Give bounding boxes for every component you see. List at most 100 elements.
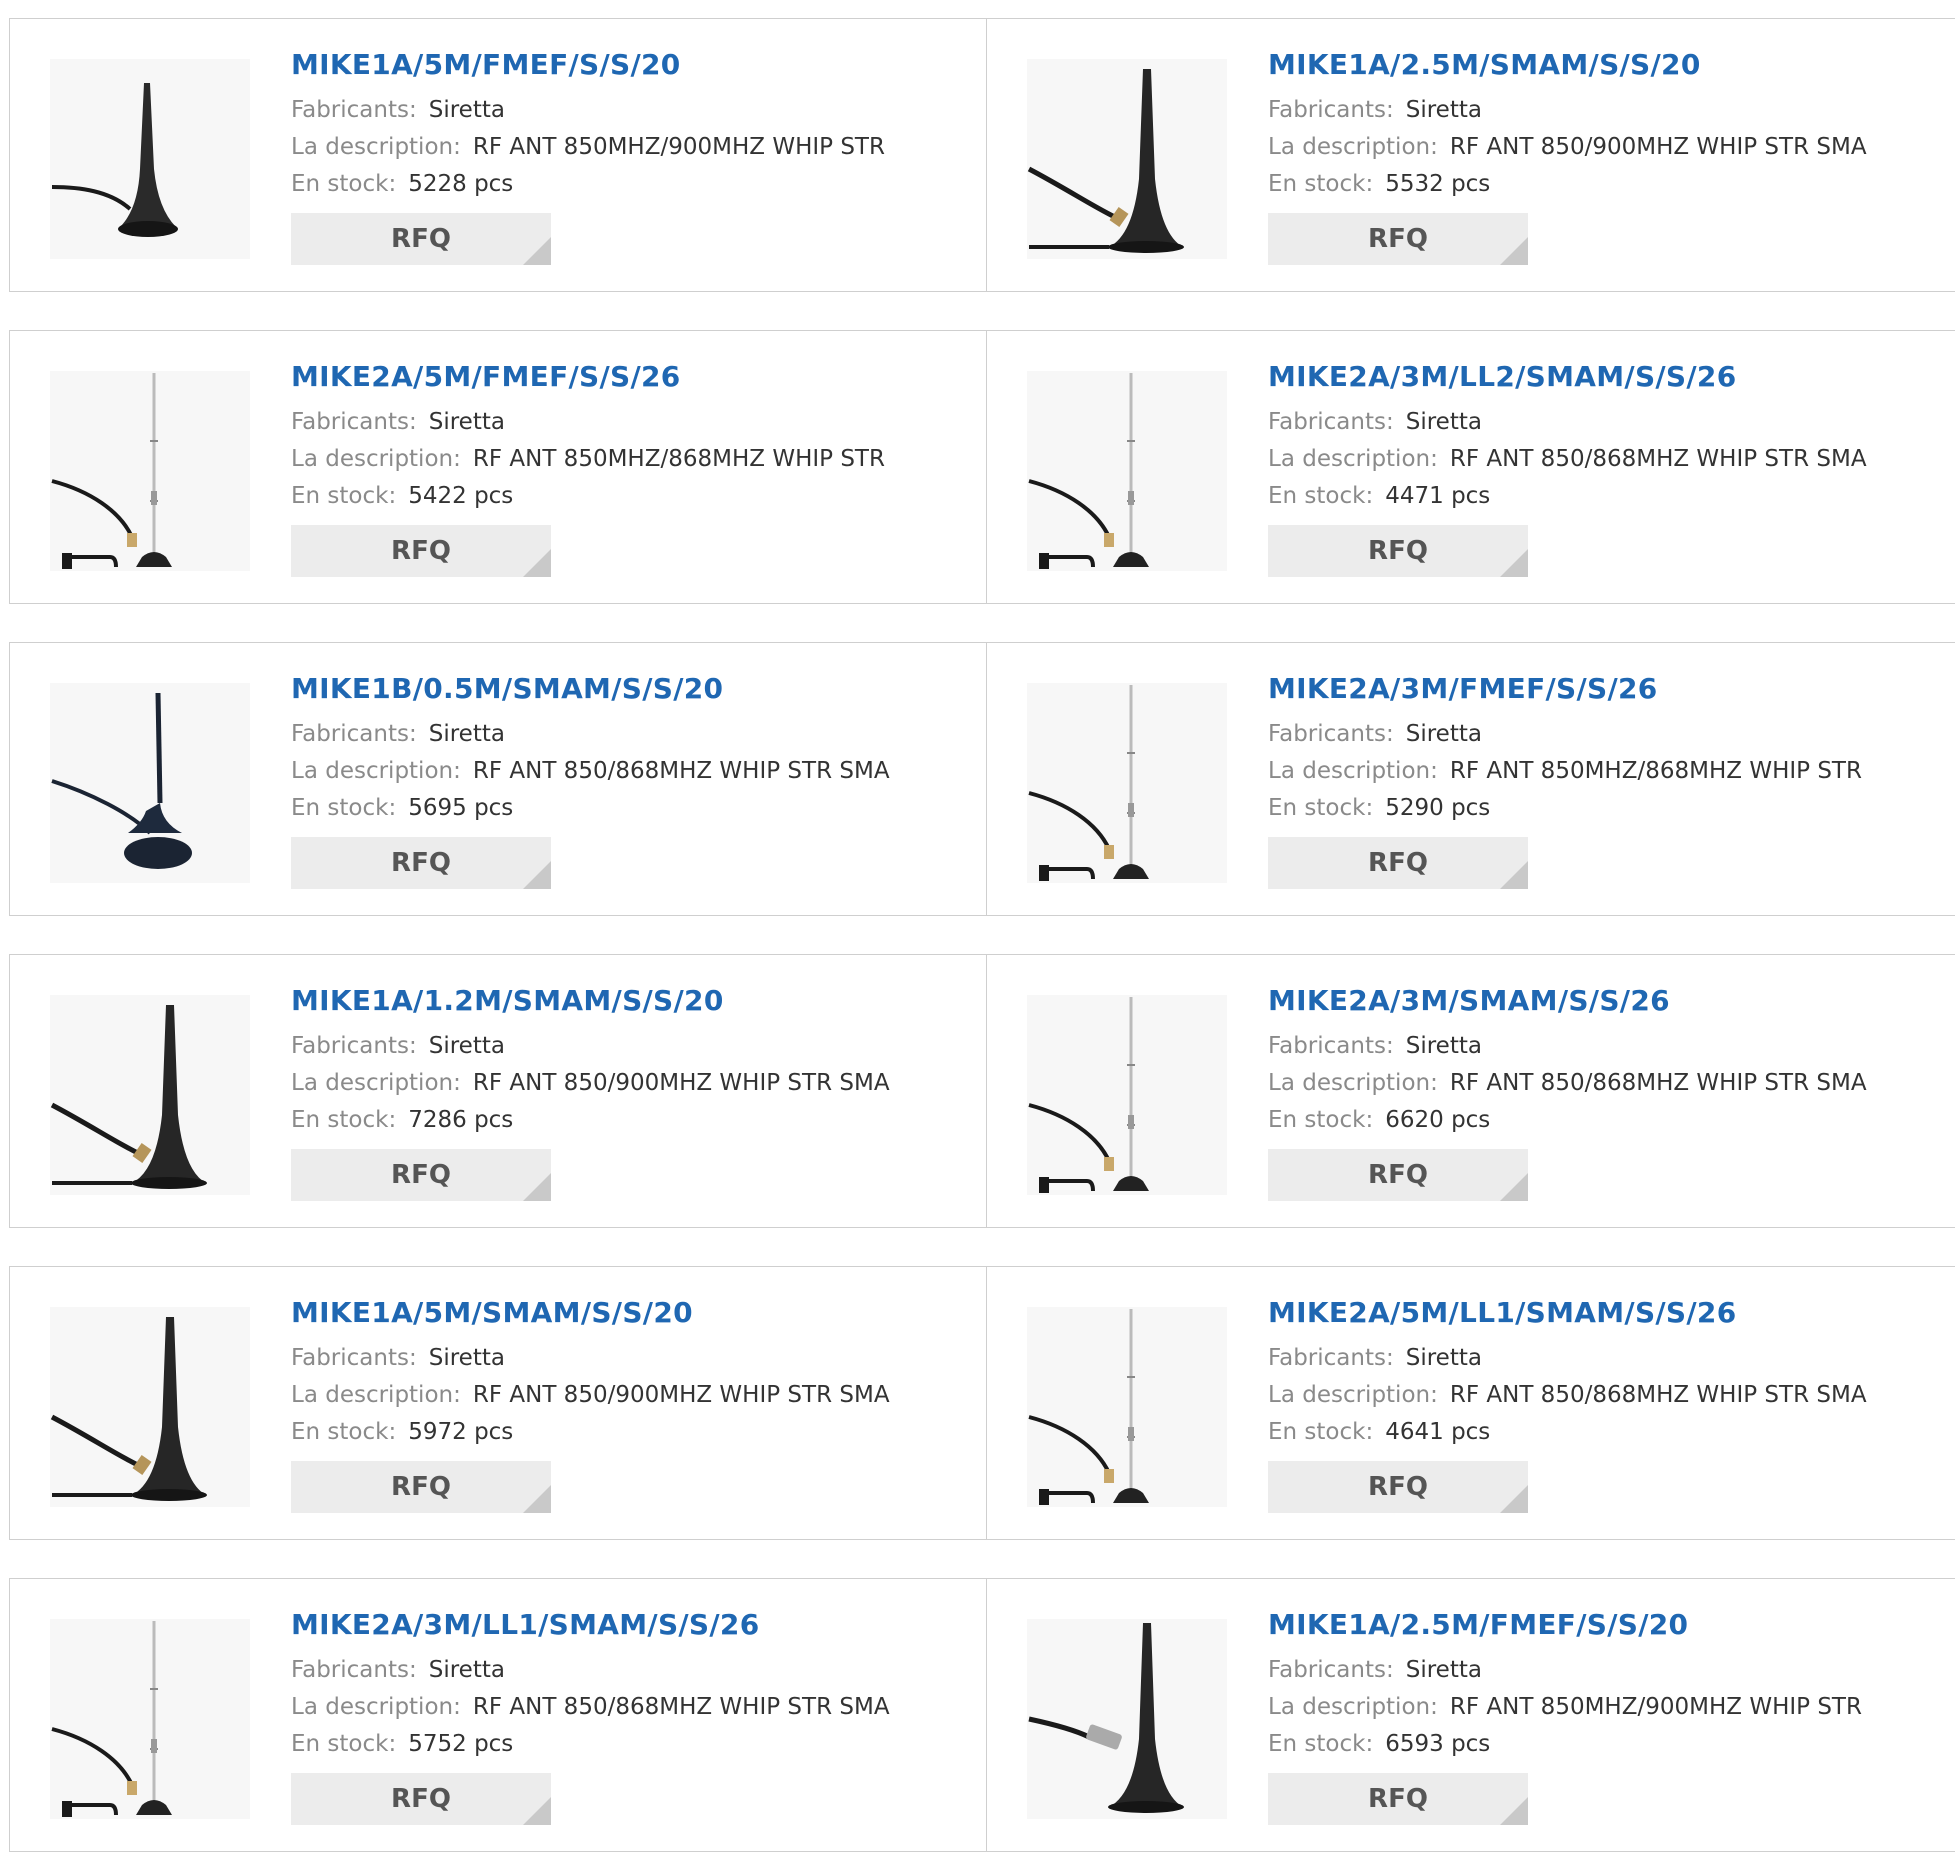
manufacturer-field: Fabricants: Siretta [1268, 1652, 1862, 1689]
rfq-button-label: RFQ [1368, 536, 1428, 566]
manufacturer-field-value: Siretta [1405, 721, 1482, 747]
manufacturer-field-label: Fabricants: [1268, 97, 1394, 123]
whip-antenna-icon [1028, 373, 1149, 569]
corner-fold-icon [1500, 1485, 1528, 1513]
product-card: MIKE1A/2.5M/FMEF/S/S/20 Fabricants: Sirett… [987, 1579, 1955, 1851]
product-image[interactable] [50, 995, 250, 1195]
product-image[interactable] [50, 371, 250, 571]
manufacturer-field-label: Fabricants: [291, 1033, 417, 1059]
product-row: MIKE1A/5M/SMAM/S/S/20 Fabricants: Siretta L… [9, 1266, 1955, 1540]
rfq-button-label: RFQ [391, 1784, 451, 1814]
rfq-button[interactable]: RFQ [1268, 1461, 1528, 1513]
description-field: La description: RF ANT 850/868MHZ WHIP ST… [291, 753, 890, 790]
product-image[interactable] [1027, 1619, 1227, 1819]
rfq-button[interactable]: RFQ [291, 525, 551, 577]
product-card: MIKE2A/3M/LL2/SMAM/S/S/26 Fabricants: Sire… [987, 331, 1955, 603]
puck-antenna-icon [51, 692, 192, 869]
description-field: La description: RF ANT 850MHZ/868MHZ WHIP… [1268, 753, 1862, 790]
stubby-antenna-fme-icon [1028, 1623, 1184, 1813]
rfq-button-label: RFQ [1368, 1472, 1428, 1502]
manufacturer-field-label: Fabricants: [291, 97, 417, 123]
stock-field-value: 6593 pcs [1385, 1731, 1491, 1757]
description-field-value: RF ANT 850MHZ/900MHZ WHIP STR [472, 134, 885, 160]
product-row: MIKE2A/3M/LL1/SMAM/S/S/26 Fabricants: Sire… [9, 1578, 1955, 1852]
manufacturer-field-label: Fabricants: [1268, 721, 1394, 747]
rfq-button[interactable]: RFQ [1268, 213, 1528, 265]
manufacturer-field-label: Fabricants: [1268, 1033, 1394, 1059]
part-number-link[interactable]: MIKE2A/3M/LL2/SMAM/S/S/26 [1268, 359, 1867, 395]
description-field-value: RF ANT 850/900MHZ WHIP STR SMA [1449, 134, 1867, 160]
description-field-value: RF ANT 850/900MHZ WHIP STR SMA [472, 1382, 890, 1408]
product-row: MIKE1A/5M/FMEF/S/S/20 Fabricants: Siretta L… [9, 18, 1955, 292]
product-card: MIKE1A/5M/FMEF/S/S/20 Fabricants: Siretta L… [9, 19, 987, 291]
product-image[interactable] [50, 59, 250, 259]
part-number-link[interactable]: MIKE2A/3M/SMAM/S/S/26 [1268, 983, 1867, 1019]
product-card: MIKE2A/3M/FMEF/S/S/26 Fabricants: Siretta L… [987, 643, 1955, 915]
manufacturer-field-value: Siretta [428, 97, 505, 123]
stock-field: En stock: 5290 pcs [1268, 790, 1862, 827]
manufacturer-field: Fabricants: Siretta [1268, 1028, 1867, 1065]
corner-fold-icon [1500, 237, 1528, 265]
part-number-link[interactable]: MIKE2A/3M/LL1/SMAM/S/S/26 [291, 1607, 890, 1643]
manufacturer-field: Fabricants: Siretta [1268, 1340, 1867, 1377]
rfq-button[interactable]: RFQ [1268, 837, 1528, 889]
manufacturer-field: Fabricants: Siretta [291, 1652, 890, 1689]
description-field: La description: RF ANT 850MHZ/900MHZ WHIP… [291, 129, 885, 166]
manufacturer-field-value: Siretta [1405, 1345, 1482, 1371]
manufacturer-field-label: Fabricants: [291, 1345, 417, 1371]
part-number-link[interactable]: MIKE1B/0.5M/SMAM/S/S/20 [291, 671, 890, 707]
product-image[interactable] [1027, 683, 1227, 883]
description-field: La description: RF ANT 850/868MHZ WHIP ST… [291, 1689, 890, 1726]
part-number-link[interactable]: MIKE2A/3M/FMEF/S/S/26 [1268, 671, 1862, 707]
stock-field-value: 5290 pcs [1385, 795, 1491, 821]
manufacturer-field-value: Siretta [1405, 1033, 1482, 1059]
product-image[interactable] [50, 1307, 250, 1507]
description-field: La description: RF ANT 850/900MHZ WHIP ST… [291, 1377, 890, 1414]
corner-fold-icon [523, 549, 551, 577]
whip-antenna-icon [1028, 685, 1149, 881]
stock-field-value: 6620 pcs [1385, 1107, 1491, 1133]
part-number-link[interactable]: MIKE2A/5M/FMEF/S/S/26 [291, 359, 885, 395]
stock-field-value: 7286 pcs [408, 1107, 514, 1133]
product-image[interactable] [50, 1619, 250, 1819]
rfq-button[interactable]: RFQ [291, 1461, 551, 1513]
rfq-button-label: RFQ [391, 1160, 451, 1190]
part-number-link[interactable]: MIKE1A/2.5M/SMAM/S/S/20 [1268, 47, 1867, 83]
product-image[interactable] [1027, 995, 1227, 1195]
manufacturer-field-label: Fabricants: [1268, 409, 1394, 435]
whip-antenna-icon [51, 1621, 172, 1817]
rfq-button[interactable]: RFQ [1268, 1149, 1528, 1201]
part-number-link[interactable]: MIKE1A/5M/FMEF/S/S/20 [291, 47, 885, 83]
description-field: La description: RF ANT 850/868MHZ WHIP ST… [1268, 441, 1867, 478]
manufacturer-field: Fabricants: Siretta [291, 1340, 890, 1377]
part-number-link[interactable]: MIKE1A/5M/SMAM/S/S/20 [291, 1295, 890, 1331]
rfq-button[interactable]: RFQ [291, 213, 551, 265]
product-image[interactable] [1027, 1307, 1227, 1507]
rfq-button[interactable]: RFQ [1268, 525, 1528, 577]
stock-field-value: 5752 pcs [408, 1731, 514, 1757]
stock-field: En stock: 7286 pcs [291, 1102, 890, 1139]
description-field: La description: RF ANT 850/900MHZ WHIP ST… [291, 1065, 890, 1102]
product-row: MIKE1A/1.2M/SMAM/S/S/20 Fabricants: Sirett… [9, 954, 1955, 1228]
manufacturer-field-label: Fabricants: [1268, 1657, 1394, 1683]
manufacturer-field: Fabricants: Siretta [291, 92, 885, 129]
part-number-link[interactable]: MIKE1A/2.5M/FMEF/S/S/20 [1268, 1607, 1862, 1643]
rfq-button[interactable]: RFQ [1268, 1773, 1528, 1825]
product-image[interactable] [50, 683, 250, 883]
part-number-link[interactable]: MIKE1A/1.2M/SMAM/S/S/20 [291, 983, 890, 1019]
rfq-button[interactable]: RFQ [291, 1773, 551, 1825]
part-number-link[interactable]: MIKE2A/5M/LL1/SMAM/S/S/26 [1268, 1295, 1867, 1331]
manufacturer-field: Fabricants: Siretta [1268, 92, 1867, 129]
corner-fold-icon [1500, 549, 1528, 577]
product-image[interactable] [1027, 59, 1227, 259]
rfq-button[interactable]: RFQ [291, 1149, 551, 1201]
stock-field: En stock: 6593 pcs [1268, 1726, 1862, 1763]
rfq-button[interactable]: RFQ [291, 837, 551, 889]
stock-field: En stock: 6620 pcs [1268, 1102, 1867, 1139]
description-field-label: La description: [1268, 1070, 1438, 1096]
stock-field-label: En stock: [1268, 1419, 1374, 1445]
whip-antenna-icon [51, 373, 172, 569]
description-field-label: La description: [291, 446, 461, 472]
product-image[interactable] [1027, 371, 1227, 571]
product-card: MIKE2A/3M/SMAM/S/S/26 Fabricants: Siretta L… [987, 955, 1955, 1227]
